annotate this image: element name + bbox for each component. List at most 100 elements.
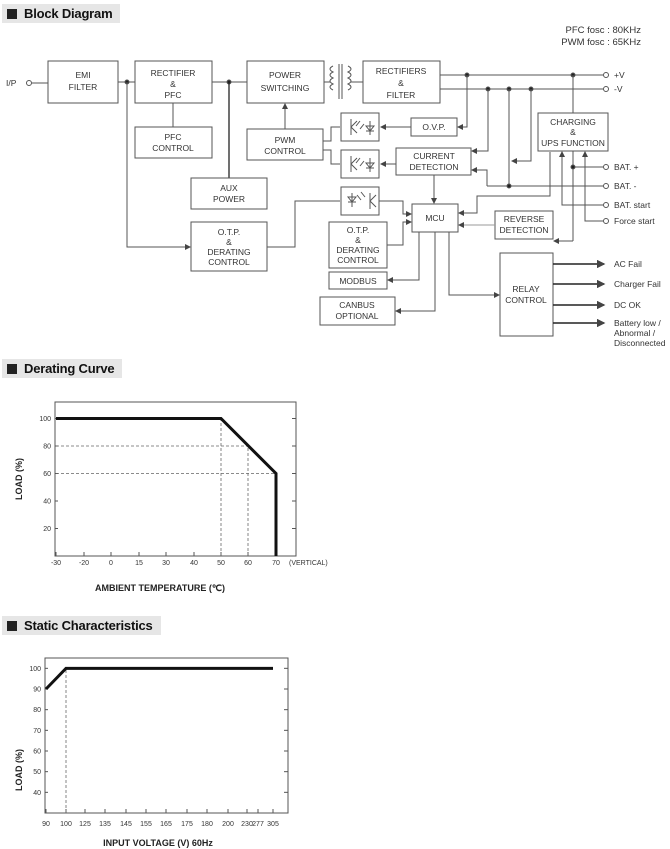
x-tick-label: 135 (99, 821, 111, 828)
relay-output-ac-fail: AC Fail (614, 259, 642, 269)
section-title: Static Characteristics (24, 618, 153, 633)
block-label: & (398, 78, 404, 88)
block-label: DERATING (336, 245, 379, 255)
block-label: POWER (213, 194, 245, 204)
block-label: CONTROL (264, 146, 306, 156)
input-terminal (26, 80, 32, 86)
y-tick-label: 80 (33, 707, 41, 714)
x-tick-label: 145 (120, 821, 132, 828)
terminal-label: Force start (614, 216, 655, 226)
relay-output-charger-fail: Charger Fail (614, 279, 661, 289)
block-label: RELAY (512, 284, 540, 294)
square-bullet-icon (7, 363, 17, 374)
terminal-bat-minus (603, 183, 609, 189)
x-tick-label: 90 (42, 821, 50, 828)
block-label: O.T.P. (218, 227, 241, 237)
y-tick-label: 50 (33, 769, 41, 776)
block-label: CONTROL (505, 295, 547, 305)
block-label: AUX (220, 183, 238, 193)
terminal-bat-start (603, 202, 609, 208)
x-tick-label: -30 (51, 560, 61, 567)
x-axis-title: INPUT VOLTAGE (V) 60Hz (103, 838, 213, 848)
terminal-label: BAT. + (614, 162, 639, 172)
block-label: PWM (275, 135, 296, 145)
x-tick-label: 180 (201, 821, 213, 828)
y-tick-label: 60 (33, 749, 41, 756)
series-line-load (56, 417, 278, 556)
x-tick-label: 15 (135, 560, 143, 567)
terminal-minus-v (603, 86, 609, 92)
optocoupler-icon (340, 112, 380, 142)
block-label: FILTER (69, 82, 98, 92)
block-label: EMI (75, 70, 90, 80)
block-label: O.T.P. (347, 225, 370, 235)
terminal-label: +V (614, 70, 625, 80)
x-axis-title: AMBIENT TEMPERATURE (℃) (95, 583, 225, 593)
x-tick-label: 277 (252, 821, 264, 828)
optocoupler-icon (340, 186, 380, 216)
y-tick-label: 100 (39, 416, 51, 423)
block-label: UPS FUNCTION (541, 138, 605, 148)
pwm-frequency: PWM fosc : 65KHz (561, 37, 641, 48)
y-tick-label: 80 (43, 444, 51, 451)
block-label: DERATING (207, 247, 250, 257)
relay-output-dc-ok: DC OK (614, 300, 641, 310)
terminal-bat-plus (603, 164, 609, 170)
block-label: CANBUS (339, 300, 375, 310)
block-label: O.V.P. (422, 122, 445, 132)
square-bullet-icon (7, 620, 17, 631)
x-tick-label: 100 (60, 821, 72, 828)
block-label: OPTIONAL (336, 311, 379, 321)
pfc-frequency: PFC fosc : 80KHz (566, 25, 642, 36)
relay-output-disconnected: Disconnected (614, 338, 666, 348)
block-label: REVERSE (504, 214, 545, 224)
block-label: & (226, 237, 232, 247)
block-label: CONTROL (208, 257, 250, 267)
x-tick-label: 200 (222, 821, 234, 828)
x-tick-label: 155 (140, 821, 152, 828)
relay-output-battery-low: Battery low / (614, 318, 661, 328)
x-tick-label: 70 (272, 560, 280, 567)
block-label: CURRENT (413, 151, 455, 161)
y-axis-title: LOAD (%) (14, 749, 24, 791)
x-tick-label: 175 (181, 821, 193, 828)
block-label: CONTROL (337, 255, 379, 265)
x-tick-label: 125 (79, 821, 91, 828)
block-label: PFC (165, 132, 182, 142)
block-label: RECTIFIERS (376, 66, 427, 76)
block-label: RECTIFIER (151, 68, 196, 78)
terminal-label: -V (614, 84, 623, 94)
input-label: I/P (6, 78, 17, 88)
block-label: CONTROL (152, 143, 194, 153)
block-label: MODBUS (339, 276, 377, 286)
y-tick-label: 40 (33, 790, 41, 797)
x-tick-label: 305 (267, 821, 279, 828)
terminal-force-start (603, 218, 609, 224)
x-tick-label: 30 (162, 560, 170, 567)
x-tick-label: 60 (244, 560, 252, 567)
x-tick-label: -20 (79, 560, 89, 567)
y-tick-label: 40 (43, 499, 51, 506)
section-header-derating-curve: Derating Curve (2, 359, 123, 378)
block-label: FILTER (387, 90, 416, 100)
relay-output-abnormal: Abnormal / (614, 328, 656, 338)
section-title: Derating Curve (24, 361, 115, 376)
y-tick-label: 90 (33, 687, 41, 694)
block-label: & (570, 127, 576, 137)
x-axis-extra-label: (VERTICAL) (289, 560, 328, 567)
block-label: MCU (425, 213, 444, 223)
transformer-icon (324, 64, 363, 99)
optocoupler-icon (340, 149, 380, 179)
y-tick-label: 20 (43, 526, 51, 533)
y-tick-label: 100 (29, 666, 41, 673)
x-tick-label: 50 (217, 560, 225, 567)
section-header-static-characteristics: Static Characteristics (2, 616, 161, 635)
plot-frame (54, 401, 297, 557)
block-label: POWER (269, 70, 301, 80)
x-tick-label: 165 (160, 821, 172, 828)
y-tick-label: 70 (33, 728, 41, 735)
x-tick-label: 40 (190, 560, 198, 567)
block-diagram: PFC fosc : 80KHz PWM fosc : 65KHz I/P EM… (6, 25, 666, 348)
terminal-label: BAT. start (614, 200, 651, 210)
x-tick-label: 0 (109, 560, 113, 567)
